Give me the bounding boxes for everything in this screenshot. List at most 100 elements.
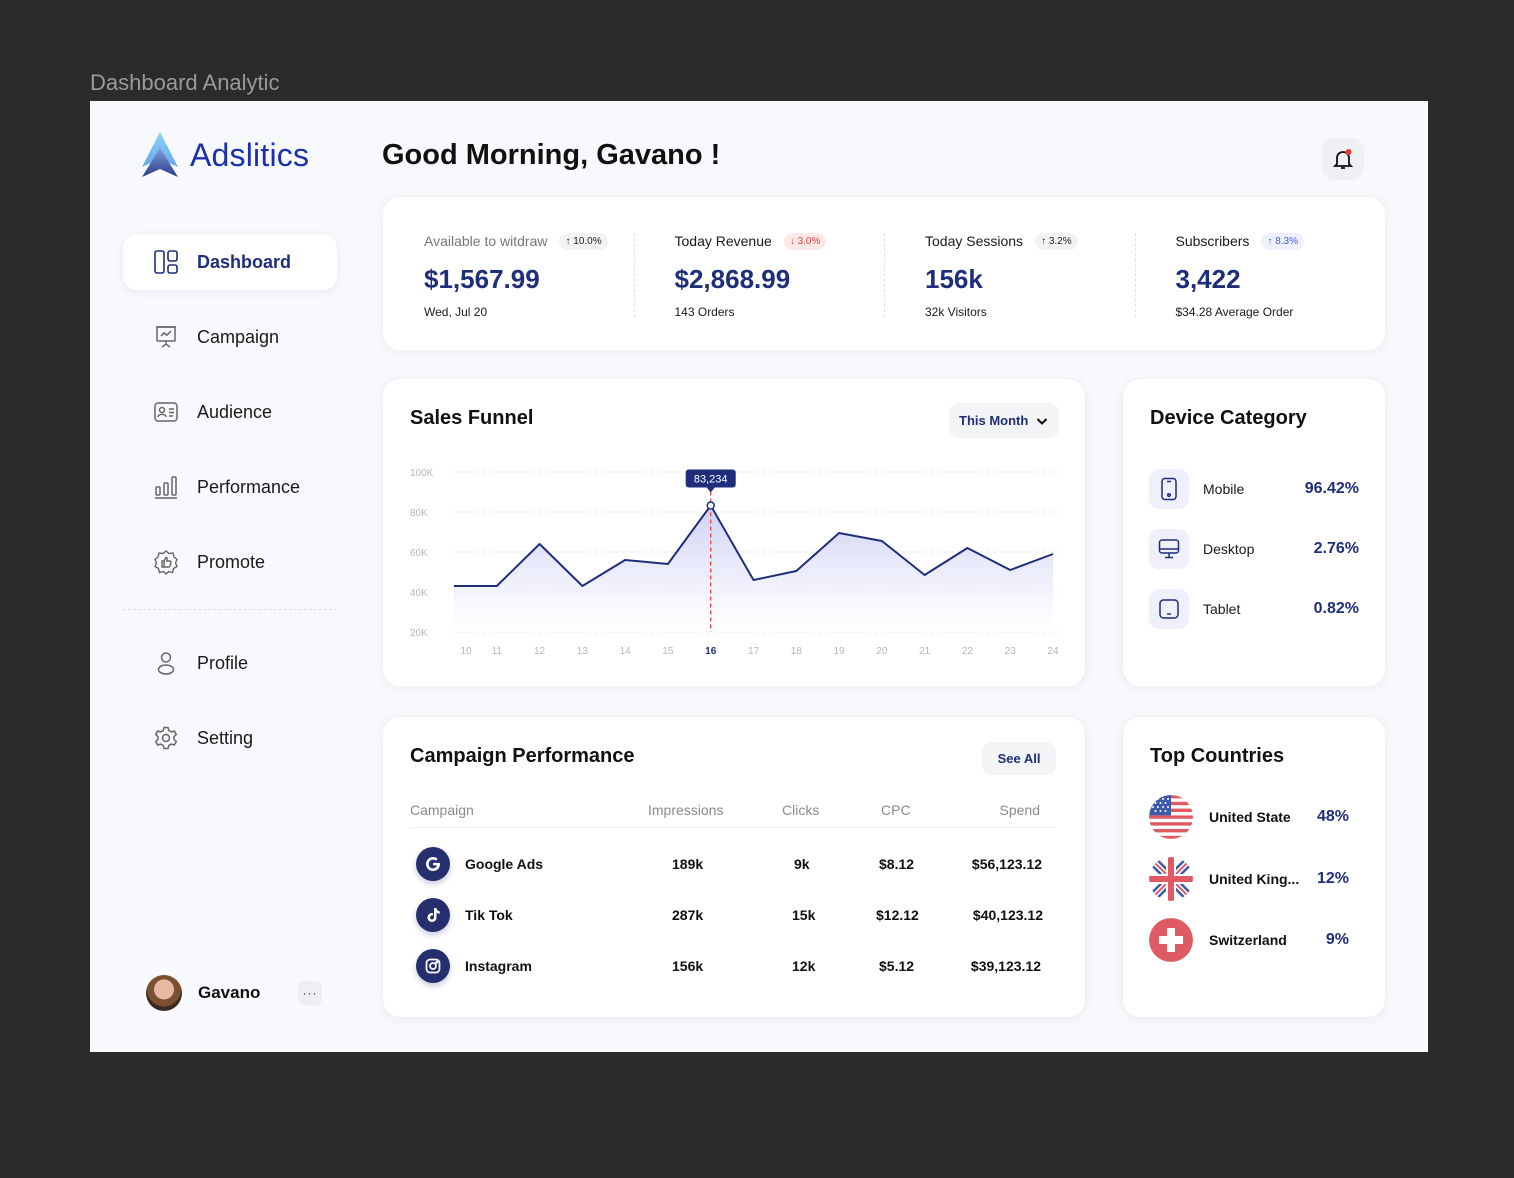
table-row[interactable]: Tik Tok 287k 15k $12.12 $40,123.12 <box>410 896 1056 936</box>
campaign-name: Instagram <box>465 958 532 974</box>
column-header[interactable]: Impressions <box>648 802 723 818</box>
card-title: Device Category <box>1150 407 1307 429</box>
data-point[interactable] <box>880 539 884 543</box>
impressions-cell: 156k <box>672 958 704 974</box>
table-row[interactable]: Instagram 156k 12k $5.12 $39,123.12 <box>410 947 1056 987</box>
x-tick-label: 20 <box>876 646 888 657</box>
sidebar-item-label: Setting <box>197 727 254 748</box>
impressions-cell: 189k <box>672 856 704 872</box>
sidebar-item-dashboard[interactable]: Dashboard <box>123 234 337 290</box>
user-icon <box>157 652 175 675</box>
data-point[interactable] <box>538 542 542 546</box>
data-point[interactable] <box>965 546 969 550</box>
us-flag-icon <box>1149 795 1193 839</box>
chart-tooltip: 83,234 <box>685 469 736 493</box>
data-point[interactable] <box>452 584 456 588</box>
y-tick-label: 100K <box>410 468 434 479</box>
sidebar-item-label: Promote <box>197 551 266 572</box>
sidebar-item-audience[interactable]: Audience <box>123 384 337 440</box>
avatar[interactable] <box>146 975 182 1011</box>
data-point[interactable] <box>623 558 627 562</box>
country-value: 12% <box>1316 870 1349 887</box>
column-header[interactable]: Campaign <box>410 802 474 818</box>
mobile-icon <box>1161 477 1177 501</box>
country-row-uk: United King... 12% <box>1149 857 1349 901</box>
data-point[interactable] <box>752 578 756 582</box>
x-tick-label: 23 <box>1005 646 1017 657</box>
user-profile[interactable]: Gavano ··· <box>146 975 322 1011</box>
x-tick-label: 17 <box>748 646 760 657</box>
sales-funnel-card: Sales Funnel This Month 100K 80K 60K 40K 20K… <box>382 378 1086 687</box>
spend-cell: $40,123.12 <box>972 907 1043 923</box>
card-title: Campaign Performance <box>410 745 635 767</box>
x-tick-label: 18 <box>791 646 803 657</box>
cpc-cell: $8.12 <box>879 856 915 872</box>
user-name: Gavano <box>198 983 261 1002</box>
stat-sub: $34.28 Average Order <box>1175 305 1294 319</box>
data-point[interactable] <box>794 569 798 573</box>
country-label: United State <box>1209 809 1291 825</box>
stat-subscribers: Subscribers ↑ 8.3% 3,422 $34.28 Average … <box>1134 197 1386 350</box>
data-point[interactable] <box>666 562 670 566</box>
campaign-name: Google Ads <box>465 856 544 872</box>
sidebar-item-label: Profile <box>197 652 249 673</box>
y-tick-label: 40K <box>410 588 428 599</box>
data-point[interactable] <box>837 531 841 535</box>
data-point[interactable] <box>580 584 584 588</box>
column-header[interactable]: Spend <box>1000 802 1040 818</box>
sales-funnel-chart[interactable]: 100K 80K 60K 40K 20K 10 11 12 13 14 15 16 17 18 19 20 2… <box>383 379 1087 688</box>
sidebar-item-campaign[interactable]: Campaign <box>123 309 337 365</box>
country-label: Switzerland <box>1209 932 1287 948</box>
x-tick-label: 11 <box>492 646 503 657</box>
stat-value: $1,567.99 <box>424 264 540 294</box>
swiss-flag-icon <box>1149 918 1193 962</box>
tooltip-value: 83,234 <box>694 474 728 486</box>
device-row-desktop: Desktop 2.76% <box>1149 529 1359 569</box>
sidebar-item-setting[interactable]: Setting <box>123 710 337 766</box>
device-row-tablet: Tablet 0.82% <box>1149 589 1359 629</box>
x-tick-label: 13 <box>577 646 589 657</box>
data-point[interactable] <box>1051 552 1055 556</box>
more-options-button[interactable]: ··· <box>298 981 322 1005</box>
x-tick-label: 19 <box>834 646 846 657</box>
brand-name: Adslitics <box>190 136 310 173</box>
column-header[interactable]: CPC <box>881 802 911 818</box>
stat-sessions: Today Sessions ↑ 3.2% 156k 32k Visitors <box>884 197 1135 350</box>
sidebar-secondary-nav: Profile Setting <box>123 635 337 785</box>
notification-button[interactable] <box>1322 138 1364 180</box>
data-point[interactable] <box>1008 568 1012 572</box>
desktop-icon <box>1158 539 1180 559</box>
device-value: 96.42% <box>1304 480 1359 497</box>
x-tick-label: 22 <box>962 646 974 657</box>
chart-area <box>454 505 1053 632</box>
see-all-button[interactable]: See All <box>982 742 1056 775</box>
sidebar-item-profile[interactable]: Profile <box>123 635 337 691</box>
stat-label: Today Revenue <box>674 233 772 249</box>
data-point[interactable] <box>706 501 715 510</box>
sidebar-item-label: Campaign <box>197 326 280 347</box>
sidebar-item-promote[interactable]: Promote <box>123 534 337 590</box>
sidebar-item-performance[interactable]: Performance <box>123 459 337 515</box>
dashboard-frame: Adslitics Dashboard Campaign Audience Pe… <box>90 101 1428 1052</box>
x-tick-label: 15 <box>662 646 674 657</box>
data-point[interactable] <box>923 573 927 577</box>
google-icon <box>426 857 440 871</box>
column-header[interactable]: Clicks <box>782 802 819 818</box>
impressions-cell: 287k <box>672 907 704 923</box>
sidebar-divider <box>123 609 337 610</box>
thumbs-up-badge-icon <box>154 550 178 575</box>
gear-icon <box>154 726 178 750</box>
x-tick-label: 24 <box>1047 646 1059 657</box>
x-tick-label: 12 <box>534 646 546 657</box>
device-label: Desktop <box>1203 541 1255 557</box>
sidebar-nav: Dashboard Campaign Audience Performance <box>123 234 337 609</box>
logo-arrow-icon <box>142 132 178 177</box>
stat-sub: 32k Visitors <box>925 305 987 319</box>
more-icon: ··· <box>302 986 318 1000</box>
table-row[interactable]: Google Ads 189k 9k $8.12 $56,123.12 <box>410 845 1056 885</box>
clicks-cell: 9k <box>794 856 810 872</box>
brand-logo[interactable]: Adslitics <box>140 131 309 179</box>
country-row-us: United State 48% <box>1149 795 1349 839</box>
sidebar-item-label: Performance <box>197 476 301 497</box>
data-point[interactable] <box>495 584 499 588</box>
